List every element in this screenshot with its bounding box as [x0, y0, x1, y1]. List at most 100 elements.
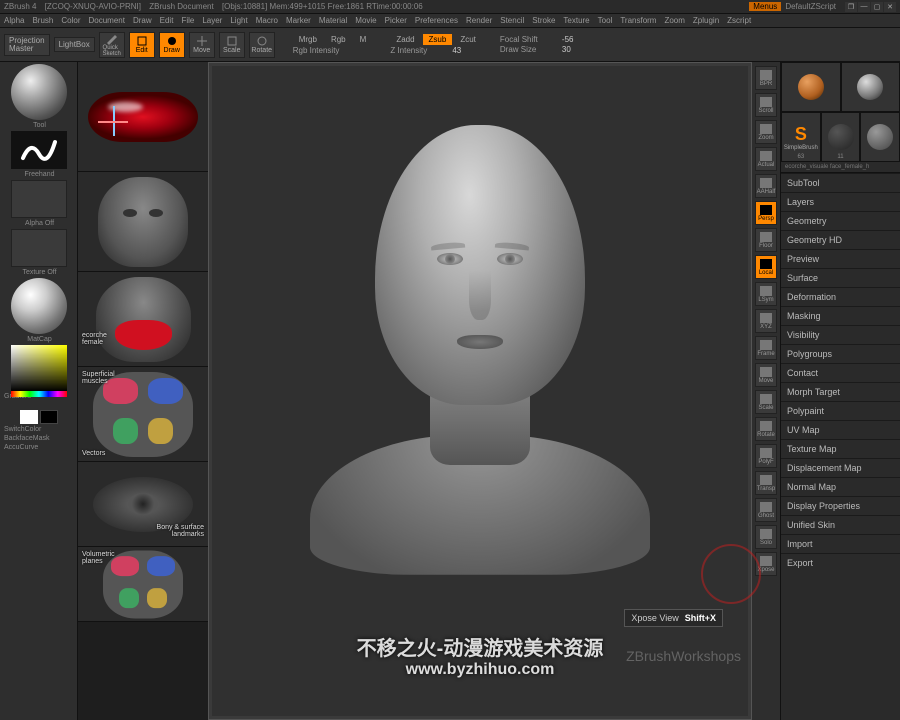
reference-thumb-face-gray[interactable]: [78, 172, 208, 272]
section-deformation[interactable]: Deformation: [781, 287, 900, 306]
draw-size-slider[interactable]: Draw Size: [500, 45, 560, 54]
material-preview[interactable]: [11, 278, 67, 334]
menu-zscript[interactable]: Zscript: [727, 16, 751, 25]
section-subtool[interactable]: SubTool: [781, 173, 900, 192]
edit-mode-button[interactable]: Edit: [129, 32, 155, 58]
rail-move-button[interactable]: Move: [755, 363, 777, 387]
zcut-toggle[interactable]: Zcut: [454, 34, 482, 45]
rail-persp-button[interactable]: Persp: [755, 201, 777, 225]
brush-cell-simple[interactable]: SSimpleBrush63: [781, 112, 821, 162]
menu-preferences[interactable]: Preferences: [415, 16, 458, 25]
menu-light[interactable]: Light: [230, 16, 247, 25]
rotate-mode-button[interactable]: Rotate: [249, 32, 275, 58]
section-layers[interactable]: Layers: [781, 192, 900, 211]
rail-solo-button[interactable]: Solo: [755, 525, 777, 549]
accu-curve-toggle[interactable]: AccuCurve: [2, 444, 75, 451]
menu-alpha[interactable]: Alpha: [4, 16, 24, 25]
menu-zoom[interactable]: Zoom: [664, 16, 684, 25]
section-surface[interactable]: Surface: [781, 268, 900, 287]
brush-cell-eraser[interactable]: [860, 112, 900, 162]
section-geometry[interactable]: Geometry: [781, 211, 900, 230]
section-contact[interactable]: Contact: [781, 363, 900, 382]
menu-layer[interactable]: Layer: [202, 16, 222, 25]
section-export[interactable]: Export: [781, 553, 900, 572]
rail-bpr-button[interactable]: BPR: [755, 66, 777, 90]
reference-thumb-eye[interactable]: Bony & surface landmarks: [78, 462, 208, 547]
menu-marker[interactable]: Marker: [286, 16, 311, 25]
rail-aahalf-button[interactable]: AAHalf: [755, 174, 777, 198]
menu-stroke[interactable]: Stroke: [532, 16, 555, 25]
menu-picker[interactable]: Picker: [385, 16, 407, 25]
zadd-toggle[interactable]: Zadd: [390, 34, 420, 45]
swatch-secondary[interactable]: [40, 410, 58, 424]
hue-strip[interactable]: [11, 391, 67, 397]
stroke-preview[interactable]: [11, 131, 67, 169]
minimize-icon[interactable]: —: [858, 2, 870, 12]
section-geometry-hd[interactable]: Geometry HD: [781, 230, 900, 249]
section-visibility[interactable]: Visibility: [781, 325, 900, 344]
brush-cell-face[interactable]: [781, 62, 841, 112]
section-import[interactable]: Import: [781, 534, 900, 553]
menu-brush[interactable]: Brush: [32, 16, 53, 25]
texture-slot[interactable]: [11, 229, 67, 267]
menu-movie[interactable]: Movie: [355, 16, 376, 25]
zscript-label[interactable]: DefaultZScript: [785, 2, 836, 11]
section-polypaint[interactable]: Polypaint: [781, 401, 900, 420]
section-displacement-map[interactable]: Displacement Map: [781, 458, 900, 477]
mrgb-toggle[interactable]: Mrgb: [293, 34, 323, 45]
focal-shift-slider[interactable]: Focal Shift: [500, 35, 560, 44]
brush-cell-alpha[interactable]: 11: [821, 112, 861, 162]
menu-tool[interactable]: Tool: [598, 16, 613, 25]
reference-thumb-planes[interactable]: Volumetric planes: [78, 547, 208, 622]
menu-render[interactable]: Render: [466, 16, 492, 25]
section-display-properties[interactable]: Display Properties: [781, 496, 900, 515]
menu-stencil[interactable]: Stencil: [500, 16, 524, 25]
switch-color-button[interactable]: SwitchColor: [2, 426, 75, 433]
rgb-intensity-slider[interactable]: Rgb Intensity: [293, 46, 353, 55]
rail-actual-button[interactable]: Actual: [755, 147, 777, 171]
menu-material[interactable]: Material: [319, 16, 347, 25]
z-intensity-slider[interactable]: Z Intensity: [390, 46, 450, 55]
reference-thumb-lips[interactable]: [78, 62, 208, 172]
scale-mode-button[interactable]: Scale: [219, 32, 245, 58]
rail-scale-button[interactable]: Scale: [755, 390, 777, 414]
menu-macro[interactable]: Macro: [256, 16, 278, 25]
section-preview[interactable]: Preview: [781, 249, 900, 268]
menus-button[interactable]: Menus: [749, 2, 781, 11]
projection-master-button[interactable]: Projection Master: [4, 34, 50, 56]
m-toggle[interactable]: M: [354, 34, 373, 45]
section-morph-target[interactable]: Morph Target: [781, 382, 900, 401]
rail-rotate-button[interactable]: Rotate: [755, 417, 777, 441]
zsub-toggle[interactable]: Zsub: [423, 34, 453, 45]
swatch-primary[interactable]: [20, 410, 38, 424]
reference-thumb-color-zones[interactable]: Superficial muscles Vectors: [78, 367, 208, 462]
lightbox-button[interactable]: LightBox: [54, 37, 95, 52]
rail-transp-button[interactable]: Transp: [755, 471, 777, 495]
section-uv-map[interactable]: UV Map: [781, 420, 900, 439]
move-mode-button[interactable]: Move: [189, 32, 215, 58]
reference-thumb-face-mask[interactable]: ecorche female: [78, 272, 208, 367]
rail-scroll-button[interactable]: Scroll: [755, 93, 777, 117]
alpha-slot[interactable]: [11, 180, 67, 218]
menu-document[interactable]: Document: [89, 16, 125, 25]
rail-frame-button[interactable]: Frame: [755, 336, 777, 360]
section-normal-map[interactable]: Normal Map: [781, 477, 900, 496]
menu-transform[interactable]: Transform: [620, 16, 656, 25]
menu-edit[interactable]: Edit: [160, 16, 174, 25]
rail-xyz-button[interactable]: XYZ: [755, 309, 777, 333]
menu-zplugin[interactable]: Zplugin: [693, 16, 719, 25]
quick-sketch-button[interactable]: Quick Sketch: [99, 32, 125, 58]
rail-lsym-button[interactable]: LSym: [755, 282, 777, 306]
menu-color[interactable]: Color: [61, 16, 80, 25]
color-picker[interactable]: [11, 345, 67, 391]
rail-zoom-button[interactable]: Zoom: [755, 120, 777, 144]
close-icon[interactable]: ✕: [884, 2, 896, 12]
window-restore-icon[interactable]: ❐: [845, 2, 857, 12]
brush-preview[interactable]: [11, 64, 67, 120]
rail-polyf-button[interactable]: PolyF: [755, 444, 777, 468]
menu-file[interactable]: File: [181, 16, 194, 25]
rail-local-button[interactable]: Local: [755, 255, 777, 279]
brush-cell-sphere[interactable]: [841, 62, 900, 112]
rail-ghost-button[interactable]: Ghost: [755, 498, 777, 522]
rgb-toggle[interactable]: Rgb: [325, 34, 352, 45]
